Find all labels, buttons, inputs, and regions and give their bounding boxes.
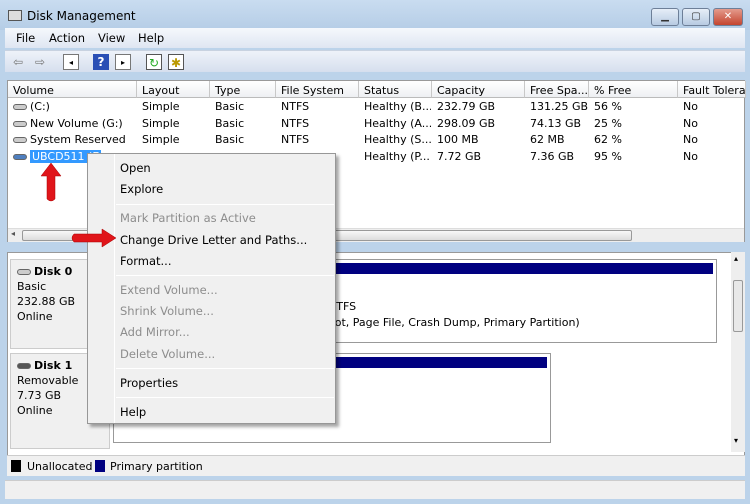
column-type[interactable]: Type bbox=[210, 81, 276, 98]
table-cell: Basic bbox=[215, 116, 245, 130]
table-cell: NTFS bbox=[281, 116, 310, 130]
column-percent-free[interactable]: % Free bbox=[589, 81, 678, 98]
table-cell: No bbox=[683, 116, 698, 130]
scroll-left-icon[interactable]: ◂ bbox=[11, 229, 15, 238]
unallocated-swatch bbox=[11, 460, 21, 472]
window-title: Disk Management bbox=[27, 9, 136, 23]
menu-view[interactable]: View bbox=[98, 31, 125, 45]
column-fault-tolerance[interactable]: Fault Tolera bbox=[678, 81, 746, 98]
separator bbox=[116, 204, 334, 205]
scroll-thumb[interactable] bbox=[733, 280, 743, 332]
table-row[interactable]: New Volume (G:) Simple Basic NTFS Healthy (A… bbox=[8, 117, 746, 133]
table-cell: Healthy (S... bbox=[364, 133, 431, 146]
drive-icon bbox=[13, 120, 27, 127]
menu-file[interactable]: File bbox=[16, 31, 35, 45]
forward-icon[interactable]: ⇨ bbox=[32, 54, 48, 70]
table-cell: NTFS bbox=[281, 133, 310, 146]
menu-item-delete-volume: Delete Volume... bbox=[120, 347, 216, 361]
maximize-button[interactable]: ▢ bbox=[682, 8, 710, 26]
table-cell: Simple bbox=[142, 100, 180, 113]
context-menu: Open Explore Mark Partition as Active Ch… bbox=[87, 153, 336, 424]
separator bbox=[116, 397, 334, 398]
table-cell: Healthy (P... bbox=[364, 149, 430, 163]
toolbar: ⇦ ⇨ ◂ ? ▸ ↻ ✱ bbox=[5, 50, 745, 72]
table-cell: Healthy (A... bbox=[364, 116, 431, 130]
column-file-system[interactable]: File System bbox=[276, 81, 359, 98]
table-cell: 100 MB bbox=[437, 133, 479, 146]
table-cell: 25 % bbox=[594, 116, 622, 130]
table-cell: 298.09 GB bbox=[437, 116, 496, 130]
removable-drive-icon bbox=[13, 153, 27, 160]
table-cell: System Reserved bbox=[13, 133, 136, 149]
column-status[interactable]: Status bbox=[359, 81, 432, 98]
table-cell: Healthy (B... bbox=[364, 100, 431, 113]
menu-item-add-mirror: Add Mirror... bbox=[120, 325, 190, 339]
menu-item-mark-active: Mark Partition as Active bbox=[120, 211, 256, 225]
removable-disk-icon bbox=[17, 363, 31, 369]
refresh-icon[interactable]: ↻ bbox=[146, 54, 162, 70]
column-capacity[interactable]: Capacity bbox=[432, 81, 525, 98]
title-bar: Disk Management ▁ ▢ ✕ bbox=[0, 0, 750, 30]
status-bar bbox=[5, 480, 745, 499]
scroll-up-icon[interactable]: ▴ bbox=[734, 254, 738, 263]
table-cell: 7.72 GB bbox=[437, 149, 482, 163]
legend: Unallocated Primary partition bbox=[7, 455, 745, 476]
menu-item-format[interactable]: Format... bbox=[120, 254, 172, 268]
menu-item-change-drive-letter[interactable]: Change Drive Letter and Paths... bbox=[120, 233, 307, 247]
table-cell: No bbox=[683, 149, 698, 163]
column-free-space[interactable]: Free Spa... bbox=[525, 81, 589, 98]
table-cell: Basic bbox=[215, 100, 245, 113]
table-cell: 74.13 GB bbox=[530, 116, 582, 130]
column-volume[interactable]: Volume bbox=[8, 81, 137, 98]
separator bbox=[116, 368, 334, 369]
drive-icon bbox=[13, 104, 27, 110]
table-cell: 131.25 GB bbox=[530, 100, 588, 113]
disk-icon bbox=[17, 269, 31, 275]
table-cell: 7.36 GB bbox=[530, 149, 575, 163]
menu-action[interactable]: Action bbox=[49, 31, 85, 45]
menu-item-help[interactable]: Help bbox=[120, 405, 146, 419]
help-icon[interactable]: ? bbox=[93, 54, 109, 70]
vertical-scrollbar[interactable]: ▴ ▾ bbox=[731, 252, 745, 452]
table-row[interactable]: (C:) Simple Basic NTFS Healthy (B... 232.79 G… bbox=[8, 100, 746, 116]
table-cell: No bbox=[683, 133, 698, 146]
scroll-down-icon[interactable]: ▾ bbox=[734, 436, 738, 445]
menu-item-explore[interactable]: Explore bbox=[120, 182, 163, 196]
table-cell: 95 % bbox=[594, 149, 622, 163]
menu-help[interactable]: Help bbox=[138, 31, 164, 45]
column-layout[interactable]: Layout bbox=[137, 81, 210, 98]
table-cell: Basic bbox=[215, 133, 245, 146]
primary-partition-swatch bbox=[95, 460, 105, 472]
table-cell: 56 % bbox=[594, 100, 622, 113]
table-cell: 232.79 GB bbox=[437, 100, 496, 113]
table-cell: No bbox=[683, 100, 698, 113]
drive-icon bbox=[13, 137, 27, 143]
table-cell: Simple bbox=[142, 116, 180, 130]
table-row[interactable]: System Reserved Simple Basic NTFS Healthy (S… bbox=[8, 133, 746, 149]
table-cell: NTFS bbox=[281, 100, 310, 113]
menu-item-open[interactable]: Open bbox=[120, 161, 151, 175]
menu-item-properties[interactable]: Properties bbox=[120, 376, 178, 390]
close-button[interactable]: ✕ bbox=[713, 8, 743, 26]
console-tree-icon[interactable]: ◂ bbox=[63, 54, 79, 70]
table-cell: (C:) bbox=[13, 100, 136, 116]
table-cell: Simple bbox=[142, 133, 180, 146]
table-cell: New Volume (G:) bbox=[13, 117, 136, 133]
properties-icon[interactable]: ✱ bbox=[168, 54, 184, 70]
back-icon[interactable]: ⇦ bbox=[10, 54, 26, 70]
menu-item-extend-volume: Extend Volume... bbox=[120, 283, 218, 297]
disk-management-icon bbox=[8, 10, 22, 21]
separator bbox=[116, 275, 334, 276]
table-cell: 62 % bbox=[594, 133, 622, 146]
minimize-button[interactable]: ▁ bbox=[651, 8, 679, 26]
menu-item-shrink-volume: Shrink Volume... bbox=[120, 304, 214, 318]
menu-bar: File Action View Help bbox=[5, 28, 745, 48]
action-pane-icon[interactable]: ▸ bbox=[115, 54, 131, 70]
table-cell: 62 MB bbox=[530, 133, 565, 146]
